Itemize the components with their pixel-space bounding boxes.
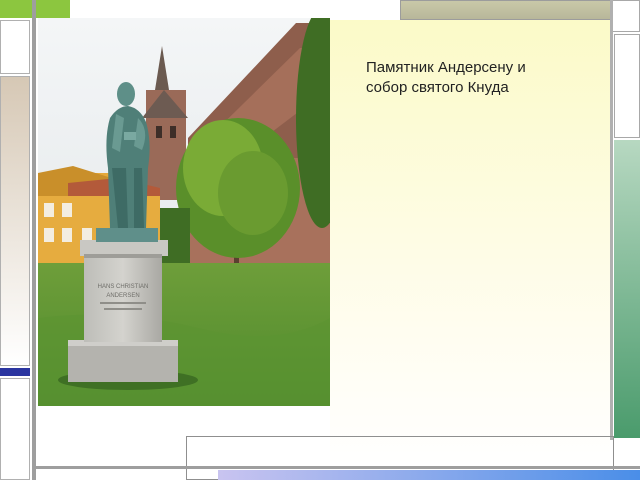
statue-head (117, 82, 135, 106)
photo-illustration: HANS CHRISTIAN ANDERSEN (38, 18, 330, 406)
bottom-divider (34, 466, 640, 469)
right-green-block (614, 140, 640, 438)
pedestal-inscription-2: ANDERSEN (106, 293, 139, 299)
andersen-statue-photo: HANS CHRISTIAN ANDERSEN (38, 18, 330, 406)
left-blue-stripe (0, 368, 30, 376)
top-tan-bar (400, 0, 612, 20)
bottom-blue-bar (218, 470, 640, 480)
left-frame-block-bottom (0, 378, 30, 480)
right-divider (610, 0, 613, 440)
right-frame-block (614, 34, 640, 138)
pedestal-inscription-1: HANS CHRISTIAN (98, 284, 149, 290)
slide-caption: Памятник Андерсену и собор святого Кнуда (366, 58, 596, 98)
left-divider (32, 0, 36, 480)
caption-line-2: собор святого Кнуда (366, 79, 509, 96)
caption-line-1: Памятник Андерсену и (366, 59, 526, 76)
left-beige-block (0, 76, 30, 366)
pedestal-base (68, 340, 178, 382)
left-frame-block (0, 20, 30, 74)
